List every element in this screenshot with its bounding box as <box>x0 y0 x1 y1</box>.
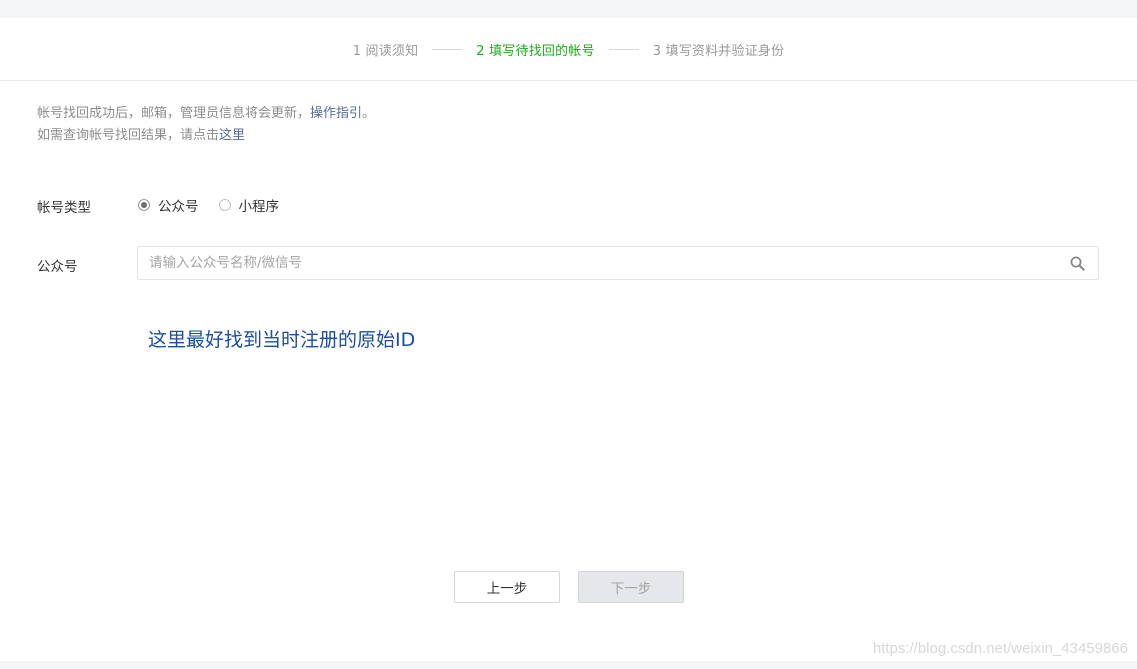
recovery-notice: 帐号找回成功后，邮箱，管理员信息将会更新，操作指引。 如需查询帐号找回结果，请点… <box>37 103 375 147</box>
search-icon[interactable] <box>1060 247 1094 279</box>
query-result-link[interactable]: 这里 <box>219 128 245 143</box>
step-2-active: 2 填写待找回的帐号 <box>476 43 595 59</box>
radio-checked-icon[interactable] <box>138 199 150 211</box>
notice-line-2: 如需查询帐号找回结果，请点击这里 <box>37 125 375 147</box>
official-account-search-box <box>137 246 1099 280</box>
step-divider <box>608 48 639 50</box>
radio-mini-program[interactable]: 小程序 <box>218 195 280 215</box>
watermark: https://blog.csdn.net/weixin_43459866 <box>872 640 1128 657</box>
step-divider <box>432 48 463 50</box>
official-account-label: 公众号 <box>37 259 78 275</box>
radio-official-account[interactable]: 公众号 <box>138 195 199 215</box>
step-progress: 1 阅读须知 2 填写待找回的帐号 3 填写资料并验证身份 <box>0 18 1137 81</box>
account-type-label: 帐号类型 <box>37 200 91 216</box>
official-account-search-input[interactable] <box>138 248 1060 278</box>
notice-line-1-end: 。 <box>362 106 376 121</box>
step-3: 3 填写资料并验证身份 <box>652 43 785 59</box>
step-1: 1 阅读须知 <box>352 43 419 59</box>
radio-unchecked-icon[interactable] <box>218 199 231 211</box>
radio-mini-program-label: 小程序 <box>238 199 280 215</box>
radio-official-account-label: 公众号 <box>158 199 199 215</box>
notice-line-2-text: 如需查询帐号找回结果，请点击 <box>37 128 220 143</box>
annotation-text: 这里最好找到当时注册的原始ID <box>148 329 416 351</box>
account-type-radio-group: 公众号 小程序 <box>138 195 299 215</box>
operation-guide-link[interactable]: 操作指引 <box>310 106 362 121</box>
notice-line-1-text: 帐号找回成功后，邮箱，管理员信息将会更新， <box>37 106 311 121</box>
next-step-button[interactable]: 下一步 <box>578 571 684 603</box>
notice-line-1: 帐号找回成功后，邮箱，管理员信息将会更新，操作指引。 <box>37 103 375 125</box>
previous-step-button[interactable]: 上一步 <box>454 571 560 603</box>
